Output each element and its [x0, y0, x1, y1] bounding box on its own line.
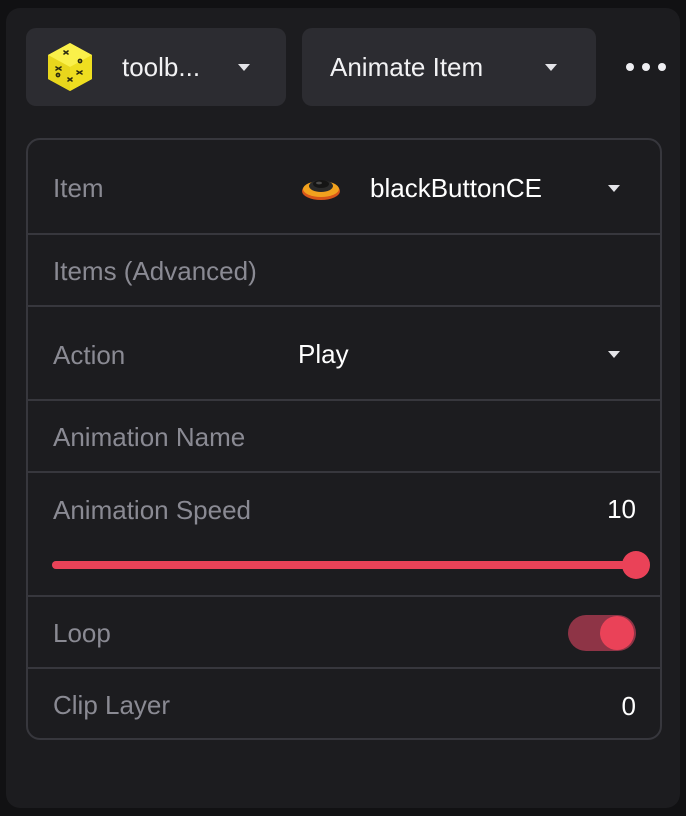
panel-header: toolb... Animate Item	[26, 28, 680, 106]
yellow-cube-icon	[48, 43, 92, 91]
more-dot	[642, 63, 650, 71]
animation-name-row[interactable]: Animation Name	[28, 401, 660, 473]
chevron-down-icon	[545, 64, 557, 71]
items-advanced-row[interactable]: Items (Advanced)	[28, 235, 660, 307]
chevron-down-icon	[238, 64, 250, 71]
clip-layer-label: Clip Layer	[53, 690, 171, 720]
loop-toggle[interactable]	[568, 615, 636, 651]
more-options-icon[interactable]	[626, 54, 666, 80]
animation-speed-slider-track[interactable]	[52, 561, 636, 569]
chevron-down-icon[interactable]	[608, 351, 620, 358]
animation-name-label: Animation Name	[53, 422, 246, 452]
animation-speed-row: Animation Speed 10	[28, 473, 660, 597]
item-row[interactable]: Item blackButtonCE	[28, 140, 660, 235]
action-label: Action	[53, 340, 126, 370]
action-type-label: Animate Item	[330, 51, 484, 82]
animation-speed-label: Animation Speed	[53, 495, 252, 525]
object-dropdown[interactable]: toolb...	[26, 28, 286, 106]
items-advanced-label: Items (Advanced)	[53, 256, 257, 286]
more-dot	[626, 63, 634, 71]
clip-layer-row: Clip Layer 0	[28, 669, 660, 738]
object-dropdown-label: toolb...	[122, 51, 201, 82]
black-button-thumbnail-icon	[302, 180, 340, 200]
loop-toggle-knob	[600, 616, 634, 650]
loop-label: Loop	[53, 618, 111, 648]
animation-speed-slider-thumb[interactable]	[622, 551, 650, 579]
properties-list: Item blackButtonCE Items (Advanced) Acti…	[26, 138, 662, 740]
clip-layer-value[interactable]: 0	[622, 691, 636, 722]
item-value: blackButtonCE	[370, 173, 542, 203]
action-type-dropdown[interactable]: Animate Item	[302, 28, 596, 106]
loop-row: Loop	[28, 597, 660, 669]
item-label: Item	[53, 173, 104, 203]
animation-speed-value[interactable]: 10	[607, 494, 636, 525]
action-row[interactable]: Action Play	[28, 307, 660, 401]
action-value: Play	[298, 339, 349, 369]
more-dot	[658, 63, 666, 71]
animation-speed-slider-fill	[52, 561, 636, 569]
chevron-down-icon[interactable]	[608, 185, 620, 192]
behavior-panel: toolb... Animate Item Item blackButtonCE	[6, 8, 680, 808]
